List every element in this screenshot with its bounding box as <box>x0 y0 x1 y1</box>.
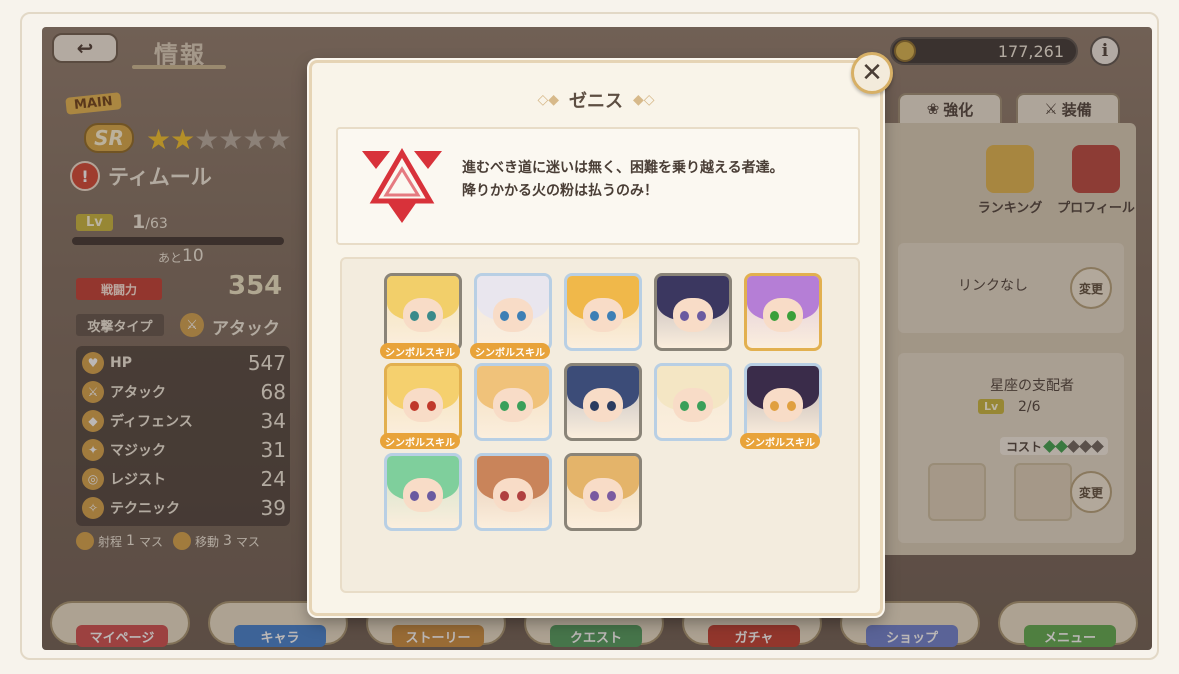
member-portrait[interactable] <box>564 453 642 531</box>
portrait-eye <box>590 310 600 321</box>
portrait-eye <box>590 490 600 501</box>
portrait-eye <box>516 400 526 411</box>
symbol-skill-tag: シンボルスキル <box>380 343 460 359</box>
close-button[interactable]: ✕ <box>851 52 893 94</box>
portrait-face <box>492 477 534 513</box>
guild-info-modal: ◇◆ ゼニス ◆◇ 進むべき道に迷いは無く、困難を乗り越える者達。 降りかかる火… <box>309 60 883 616</box>
member-portrait[interactable] <box>474 453 552 531</box>
portrait-face <box>402 477 444 513</box>
emblem-box: 進むべき道に迷いは無く、困難を乗り越える者達。 降りかかる火の粉は払うのみ！ <box>336 127 860 245</box>
portrait-eye <box>410 400 420 411</box>
portrait-face <box>582 477 624 513</box>
member-portrait[interactable] <box>384 273 462 351</box>
members-grid: シンボルスキル シンボルスキル シンボルスキル シンボルスキル <box>340 257 860 593</box>
portrait-eye <box>410 490 420 501</box>
portrait-face <box>492 297 534 333</box>
portrait-eye <box>516 310 526 321</box>
motto-line: 進むべき道に迷いは無く、困難を乗り越える者達。 <box>462 160 784 176</box>
member-portrait[interactable] <box>564 273 642 351</box>
symbol-skill-tag: シンボルスキル <box>380 433 460 449</box>
member-portrait[interactable] <box>474 363 552 441</box>
portrait-eye <box>500 400 510 411</box>
portrait-eye <box>680 310 690 321</box>
portrait-face <box>672 387 714 423</box>
ornament-icon: ◆◇ <box>633 92 655 108</box>
portrait-eye <box>680 400 690 411</box>
symbol-skill-tag: シンボルスキル <box>740 433 820 449</box>
portrait-eye <box>606 490 616 501</box>
portrait-face <box>582 387 624 423</box>
motto-line: 降りかかる火の粉は払うのみ！ <box>462 183 658 199</box>
portrait-eye <box>770 400 780 411</box>
portrait-face <box>582 297 624 333</box>
portrait-eye <box>606 400 616 411</box>
portrait-eye <box>426 400 436 411</box>
member-portrait[interactable] <box>744 273 822 351</box>
portrait-eye <box>426 490 436 501</box>
member-portrait[interactable] <box>384 363 462 441</box>
member-portrait[interactable] <box>654 363 732 441</box>
portrait-eye <box>786 400 796 411</box>
close-icon: ✕ <box>861 58 883 88</box>
portrait-eye <box>770 310 780 321</box>
member-portrait[interactable] <box>744 363 822 441</box>
zenith-emblem-icon <box>362 148 442 223</box>
portrait-eye <box>606 310 616 321</box>
member-portrait[interactable] <box>654 273 732 351</box>
portrait-eye <box>516 490 526 501</box>
modal-title-row: ◇◆ ゼニス ◆◇ <box>312 87 880 113</box>
portrait-face <box>762 297 804 333</box>
portrait-eye <box>696 400 706 411</box>
portrait-face <box>402 297 444 333</box>
portrait-eye <box>500 310 510 321</box>
portrait-eye <box>426 310 436 321</box>
portrait-face <box>672 297 714 333</box>
portrait-eye <box>500 490 510 501</box>
portrait-eye <box>410 310 420 321</box>
member-portrait[interactable] <box>474 273 552 351</box>
guild-motto: 進むべき道に迷いは無く、困難を乗り越える者達。 降りかかる火の粉は払うのみ！ <box>462 157 784 203</box>
portrait-face <box>492 387 534 423</box>
member-portrait[interactable] <box>384 453 462 531</box>
portrait-face <box>402 387 444 423</box>
modal-title: ゼニス <box>569 91 623 112</box>
portrait-eye <box>786 310 796 321</box>
ornament-icon: ◇◆ <box>537 92 559 108</box>
portrait-eye <box>696 310 706 321</box>
symbol-skill-tag: シンボルスキル <box>470 343 550 359</box>
portrait-face <box>762 387 804 423</box>
portrait-eye <box>590 400 600 411</box>
member-portrait[interactable] <box>564 363 642 441</box>
